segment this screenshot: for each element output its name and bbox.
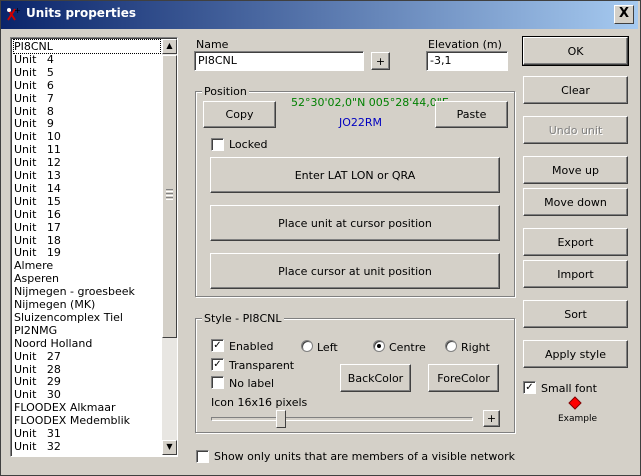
ok-button[interactable]: OK: [522, 36, 629, 66]
move-up-button[interactable]: Move up: [523, 156, 628, 184]
unit-list-item[interactable]: Unit 13: [14, 169, 61, 182]
locked-label: Locked: [229, 138, 268, 151]
example-label: Example: [558, 414, 598, 424]
place-unit-button[interactable]: Place unit at cursor position: [210, 205, 500, 241]
unit-list-item[interactable]: Unit 4: [14, 53, 54, 66]
unit-list-item[interactable]: Unit 18: [14, 234, 61, 247]
unit-list-item[interactable]: Asperen: [14, 272, 59, 285]
elevation-input[interactable]: -3,1: [426, 51, 508, 71]
transparent-checkbox[interactable]: ✓: [211, 358, 224, 371]
align-right-radio[interactable]: [445, 340, 457, 352]
apply-style-button[interactable]: Apply style: [523, 340, 628, 368]
close-icon: X: [618, 6, 630, 21]
clear-button[interactable]: Clear: [523, 76, 628, 104]
show-only-visible-label: Show only units that are members of a vi…: [214, 450, 515, 463]
forecolor-button[interactable]: ForeColor: [428, 364, 499, 392]
unit-list-item[interactable]: Nijmegen (MK): [14, 298, 95, 311]
unit-list-item[interactable]: Unit 7: [14, 92, 54, 105]
unit-list-item[interactable]: Unit 14: [14, 182, 61, 195]
units-listbox[interactable]: PI8CNL Unit 4 Unit 5 Unit 6 Unit 7 Unit 8 Unit…: [10, 37, 178, 457]
move-down-button[interactable]: Move down: [523, 188, 628, 216]
style-group-title: Style - PI8CNL: [202, 312, 284, 325]
name-label: Name: [196, 38, 229, 51]
unit-list-item[interactable]: FLOODEX Medemblik: [14, 414, 130, 427]
unit-list-item[interactable]: Unit 11: [14, 143, 61, 156]
unit-list-item[interactable]: Unit 9: [14, 117, 54, 130]
no-label-checkbox[interactable]: [211, 376, 224, 389]
unit-list-item[interactable]: Unit 28: [14, 363, 61, 376]
position-group-title: Position: [202, 85, 249, 98]
unit-list-item[interactable]: PI2NMG: [14, 324, 57, 337]
align-right-label: Right: [461, 341, 490, 354]
copy-button[interactable]: Copy: [203, 101, 276, 128]
example-marker-icon: [568, 396, 582, 410]
import-button[interactable]: Import: [523, 260, 628, 288]
scroll-thumb[interactable]: [162, 55, 177, 338]
align-centre-radio[interactable]: [373, 340, 385, 352]
unit-list-item[interactable]: FLOODEX Alkmaar: [14, 401, 116, 414]
small-font-checkbox[interactable]: ✓: [523, 381, 536, 394]
elevation-label: Elevation (m): [428, 38, 502, 51]
coordinates-text: 52°30'02,0"N 005°28'44,0"E: [291, 96, 449, 109]
enter-latlon-button[interactable]: Enter LAT LON or QRA: [210, 157, 500, 193]
align-left-radio[interactable]: [301, 340, 313, 352]
unit-list-item[interactable]: Noord Holland: [14, 337, 92, 350]
sort-button[interactable]: Sort: [523, 300, 628, 328]
unit-list-item[interactable]: Unit 30: [14, 388, 61, 401]
close-button[interactable]: X: [614, 5, 634, 24]
transparent-label: Transparent: [229, 359, 295, 372]
icon-size-slider-track[interactable]: [211, 417, 473, 421]
window-title: Units properties: [26, 6, 136, 20]
unit-list-item[interactable]: PI8CNL: [13, 39, 161, 54]
no-label-label: No label: [229, 377, 275, 390]
unit-list-item[interactable]: Unit 5: [14, 66, 54, 79]
icon-size-slider-thumb[interactable]: [276, 410, 286, 428]
unit-list-item[interactable]: Nijmegen - groesbeek: [14, 285, 135, 298]
unit-list-item[interactable]: Unit 19: [14, 246, 61, 259]
show-only-visible-checkbox[interactable]: [196, 450, 209, 463]
app-icon: +: [5, 6, 21, 22]
locked-checkbox[interactable]: [211, 138, 224, 151]
unit-list-item[interactable]: Unit 17: [14, 221, 61, 234]
unit-list-item[interactable]: Sluizencomplex Tiel: [14, 311, 123, 324]
enabled-label: Enabled: [229, 340, 274, 353]
style-plus-button[interactable]: +: [483, 410, 500, 427]
paste-button[interactable]: Paste: [435, 101, 508, 128]
units-list-scrollbar[interactable]: ▲ ▼: [162, 39, 177, 455]
unit-list-item[interactable]: Unit 15: [14, 195, 61, 208]
unit-list-item[interactable]: Unit 32: [14, 440, 61, 453]
unit-list-item[interactable]: Unit 12: [14, 156, 61, 169]
name-plus-button[interactable]: +: [371, 52, 390, 70]
svg-text:+: +: [14, 6, 21, 15]
scroll-down-icon[interactable]: ▼: [162, 440, 177, 455]
unit-list-item[interactable]: Unit 6: [14, 79, 54, 92]
unit-list-item[interactable]: Unit 16: [14, 208, 61, 221]
scroll-up-icon[interactable]: ▲: [162, 39, 177, 54]
align-centre-label: Centre: [389, 341, 426, 354]
unit-list-item[interactable]: Unit 29: [14, 375, 61, 388]
undo-unit-button[interactable]: Undo unit: [523, 116, 628, 144]
unit-list-item[interactable]: Unit 31: [14, 427, 61, 440]
unit-list-item[interactable]: Unit 27: [14, 350, 61, 363]
enabled-checkbox[interactable]: ✓: [211, 339, 224, 352]
unit-list-item[interactable]: Unit 10: [14, 130, 61, 143]
name-input[interactable]: PI8CNL: [194, 51, 364, 71]
qra-text: JO22RM: [339, 116, 383, 129]
align-left-label: Left: [317, 341, 338, 354]
unit-list-item[interactable]: Unit 8: [14, 105, 54, 118]
unit-list-item[interactable]: Almere: [14, 259, 53, 272]
icon-size-label: Icon 16x16 pixels: [211, 396, 308, 409]
small-font-label: Small font: [541, 382, 597, 395]
place-cursor-button[interactable]: Place cursor at unit position: [210, 253, 500, 289]
backcolor-button[interactable]: BackColor: [340, 364, 411, 392]
export-button[interactable]: Export: [523, 228, 628, 256]
